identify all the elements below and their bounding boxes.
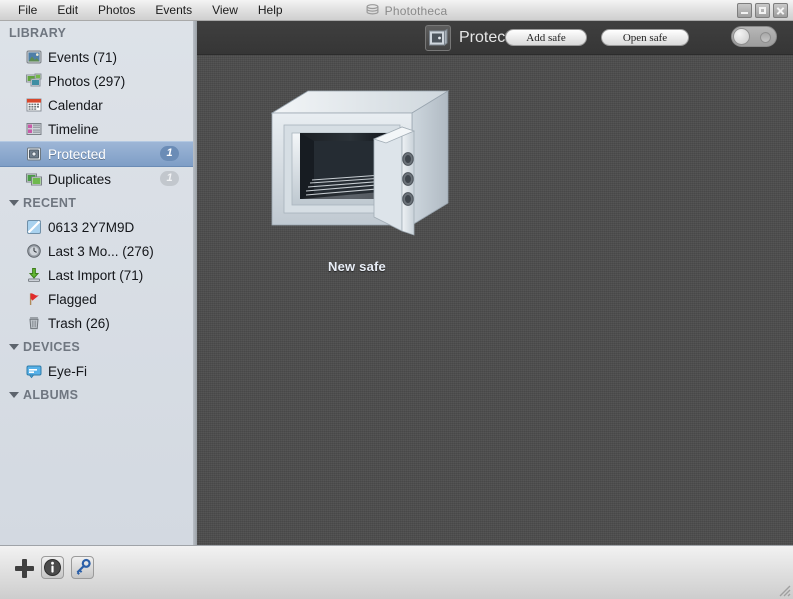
sidebar-item-duplicates-badge: 1 bbox=[160, 171, 179, 186]
chevron-down-icon bbox=[9, 392, 19, 398]
title-bar: File Edit Photos Events View Help Photot… bbox=[0, 0, 793, 21]
sidebar-item-event-0613[interactable]: 0613 2Y7M9D bbox=[0, 215, 193, 239]
duplicates-icon bbox=[26, 171, 42, 187]
window-resize-grip[interactable] bbox=[777, 583, 791, 597]
sidebar-item-timeline[interactable]: Timeline bbox=[0, 117, 193, 141]
minimize-button[interactable] bbox=[737, 3, 752, 18]
sidebar-section-albums[interactable]: ALBUMS bbox=[0, 383, 193, 407]
sidebar-section-devices[interactable]: DEVICES bbox=[0, 335, 193, 359]
trash-icon bbox=[26, 315, 42, 331]
sidebar-item-trash[interactable]: Trash (26) bbox=[0, 311, 193, 335]
chevron-down-icon bbox=[9, 344, 19, 350]
sidebar-item-timeline-label: Timeline bbox=[48, 121, 99, 137]
open-safe-button[interactable]: Open safe bbox=[601, 29, 689, 46]
content-area: Protected Add safe Open safe bbox=[197, 21, 793, 545]
sidebar-item-flagged-label: Flagged bbox=[48, 291, 97, 307]
safe-thumbnail-item[interactable]: New safe bbox=[257, 83, 457, 274]
sidebar-section-library-label: LIBRARY bbox=[9, 26, 67, 40]
protected-icon bbox=[26, 146, 42, 162]
sidebar-item-event-0613-label: 0613 2Y7M9D bbox=[48, 219, 135, 235]
flag-icon bbox=[26, 291, 42, 307]
sidebar-item-calendar-label: Calendar bbox=[48, 97, 103, 113]
sidebar-item-flagged[interactable]: Flagged bbox=[0, 287, 193, 311]
sidebar-item-calendar[interactable]: Calendar bbox=[0, 93, 193, 117]
sidebar-item-protected-badge: 1 bbox=[160, 146, 179, 161]
sidebar-item-duplicates-label: Duplicates bbox=[48, 171, 112, 187]
sidebar-item-duplicates[interactable]: Duplicates 1 bbox=[0, 167, 193, 191]
sidebar-item-protected-label: Protected bbox=[48, 146, 106, 162]
sidebar: LIBRARY Events (71) Photos (297) Calenda… bbox=[0, 21, 193, 545]
toggle-knob bbox=[733, 28, 750, 45]
add-button[interactable] bbox=[14, 558, 34, 578]
sidebar-section-devices-label: DEVICES bbox=[23, 340, 80, 354]
menu-view[interactable]: View bbox=[202, 1, 248, 20]
menu-help[interactable]: Help bbox=[248, 1, 293, 20]
sidebar-item-trash-label: Trash (26) bbox=[48, 315, 110, 331]
sidebar-item-eyefi[interactable]: Eye-Fi bbox=[0, 359, 193, 383]
protection-toggle[interactable] bbox=[731, 26, 777, 47]
event-thumb-icon bbox=[26, 219, 42, 235]
menu-photos[interactable]: Photos bbox=[88, 1, 145, 20]
chevron-down-icon bbox=[9, 200, 19, 206]
eyefi-icon bbox=[26, 363, 42, 379]
application-window: File Edit Photos Events View Help Photot… bbox=[0, 0, 793, 599]
sidebar-section-library[interactable]: LIBRARY bbox=[0, 21, 193, 45]
photos-icon bbox=[26, 73, 42, 89]
sidebar-section-recent[interactable]: RECENT bbox=[0, 191, 193, 215]
sidebar-item-events-label: Events (71) bbox=[48, 49, 118, 65]
add-safe-button[interactable]: Add safe bbox=[505, 29, 587, 46]
calendar-icon bbox=[26, 97, 42, 113]
menu-file[interactable]: File bbox=[8, 1, 47, 20]
content-toolbar: Protected Add safe Open safe bbox=[197, 21, 793, 55]
content-title: Protected bbox=[459, 28, 511, 46]
import-icon bbox=[26, 267, 42, 283]
menu-edit[interactable]: Edit bbox=[47, 1, 88, 20]
sidebar-item-events[interactable]: Events (71) bbox=[0, 45, 193, 69]
sidebar-section-recent-label: RECENT bbox=[23, 196, 77, 210]
sidebar-item-last-import-label: Last Import (71) bbox=[48, 267, 144, 283]
sidebar-item-photos-label: Photos (297) bbox=[48, 73, 126, 89]
sidebar-item-protected[interactable]: Protected 1 bbox=[0, 141, 193, 167]
menu-bar: File Edit Photos Events View Help bbox=[8, 0, 293, 21]
bottom-left-buttons bbox=[14, 556, 94, 579]
window-controls bbox=[737, 3, 788, 18]
sidebar-item-last-import[interactable]: Last Import (71) bbox=[0, 263, 193, 287]
timeline-icon bbox=[26, 121, 42, 137]
safe-icon[interactable] bbox=[425, 24, 451, 51]
window-title: Phototheca bbox=[384, 3, 448, 18]
close-button[interactable] bbox=[773, 3, 788, 18]
sidebar-item-photos[interactable]: Photos (297) bbox=[0, 69, 193, 93]
toggle-indicator bbox=[760, 32, 771, 43]
events-icon bbox=[26, 49, 42, 65]
open-safe-illustration bbox=[262, 83, 452, 253]
app-stack-icon bbox=[366, 4, 379, 17]
sidebar-section-albums-label: ALBUMS bbox=[23, 388, 79, 402]
bottom-toolbar: Rotate Cover bbox=[0, 545, 793, 599]
key-button[interactable] bbox=[71, 556, 94, 579]
sidebar-item-last-3-months-label: Last 3 Mo... (276) bbox=[48, 243, 154, 259]
menu-events[interactable]: Events bbox=[145, 1, 202, 20]
clock-icon bbox=[26, 243, 42, 259]
info-button[interactable] bbox=[41, 556, 64, 579]
safe-caption: New safe bbox=[328, 259, 386, 274]
maximize-button[interactable] bbox=[755, 3, 770, 18]
sidebar-item-last-3-months[interactable]: Last 3 Mo... (276) bbox=[0, 239, 193, 263]
sidebar-item-eyefi-label: Eye-Fi bbox=[48, 363, 88, 379]
